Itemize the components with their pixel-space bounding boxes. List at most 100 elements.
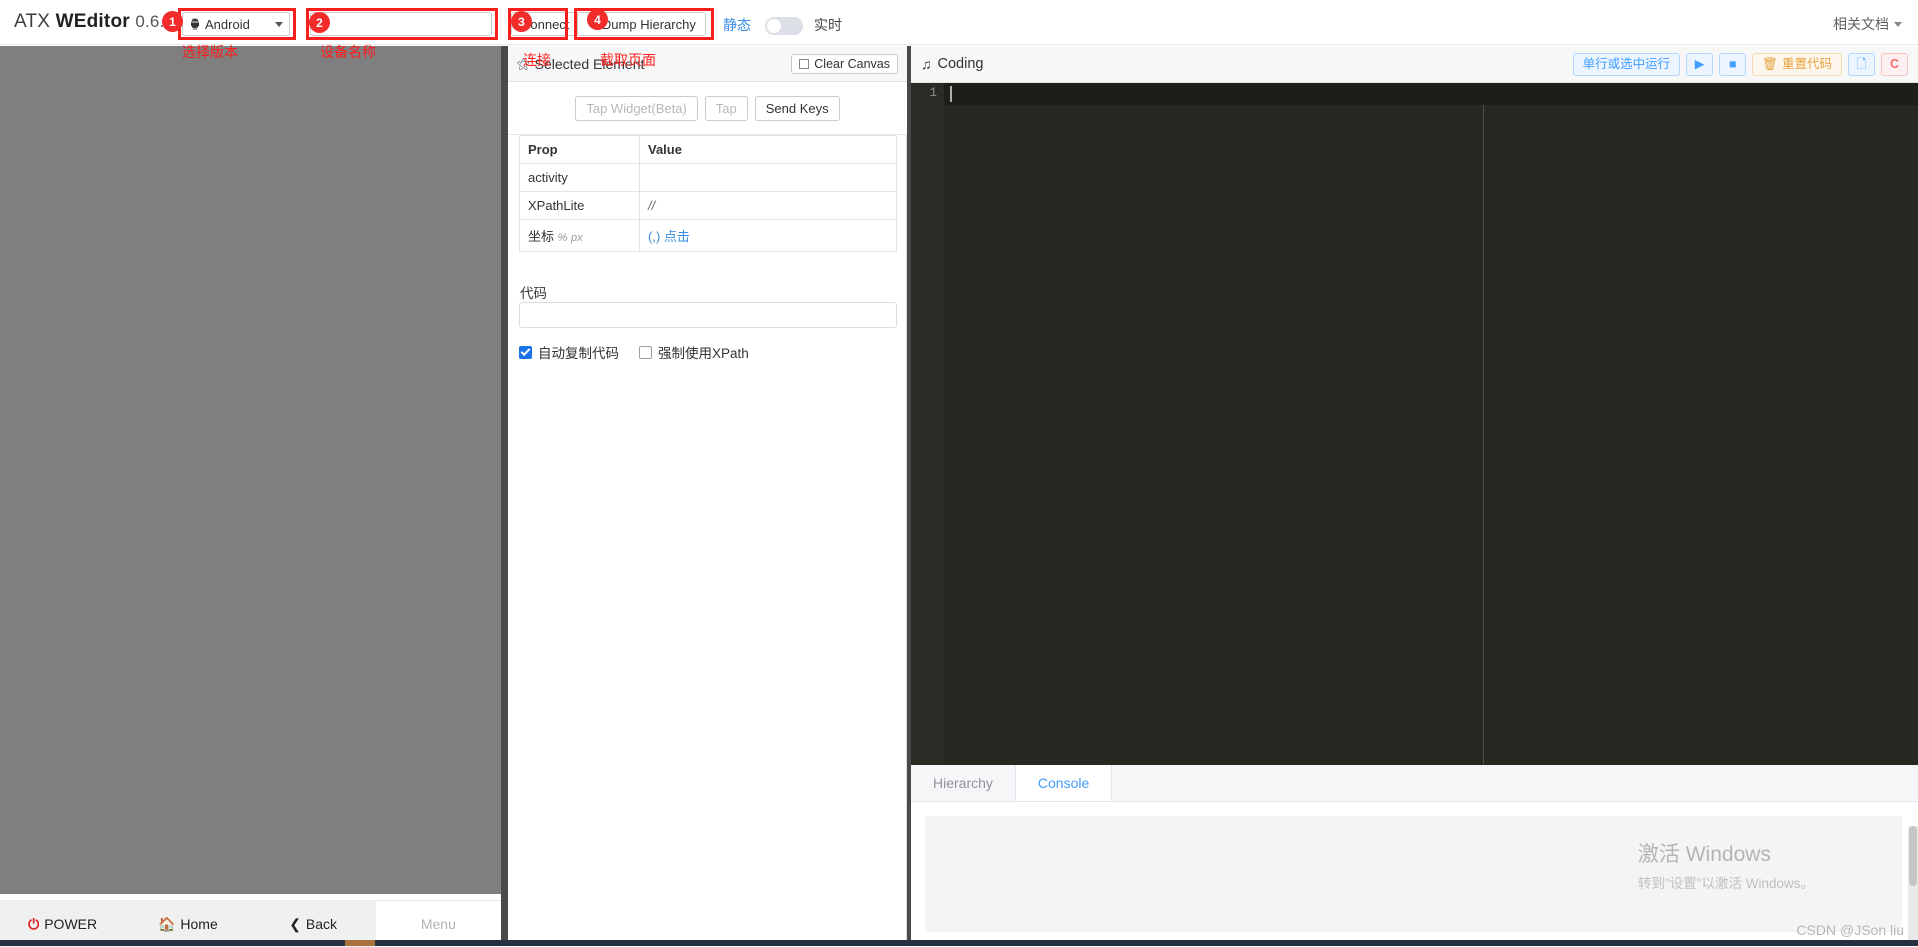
- coords-value: (,): [648, 229, 660, 244]
- reset-code-button[interactable]: 🗑 重置代码: [1752, 53, 1842, 76]
- table-row: XPathLite //: [520, 192, 897, 220]
- device-serial-input[interactable]: [310, 12, 492, 36]
- copy-icon: 🗋: [1856, 58, 1866, 71]
- top-toolbar: ATX WEditor 0.6.4 Android Connect ↻ Dump…: [0, 0, 1918, 45]
- send-keys-button[interactable]: Send Keys: [755, 96, 840, 121]
- dump-hierarchy-label: Dump Hierarchy: [602, 17, 696, 32]
- static-mode-label: 静态: [723, 15, 751, 35]
- music-note-icon: ♫: [921, 56, 932, 72]
- prop-xpathlite-value: //: [640, 192, 897, 220]
- clear-canvas-checkbox[interactable]: [799, 59, 809, 69]
- platform-select[interactable]: Android: [182, 12, 290, 36]
- editor-gutter: 1: [911, 83, 944, 765]
- auto-copy-label: 自动复制代码: [538, 342, 619, 362]
- tab-console[interactable]: Console: [1016, 765, 1112, 801]
- panel-divider-left[interactable]: [501, 46, 508, 946]
- windows-activation-subtitle: 转到"设置"以激活 Windows。: [1638, 872, 1814, 892]
- editor-caret: [950, 86, 952, 102]
- run-button[interactable]: ▶: [1686, 53, 1713, 76]
- tab-hierarchy[interactable]: Hierarchy: [911, 765, 1016, 801]
- force-xpath-label: 强制使用XPath: [658, 342, 749, 362]
- clear-canvas-label: Clear Canvas: [814, 57, 890, 71]
- coords-unit-percent[interactable]: %: [558, 232, 568, 244]
- code-section-label: 代码: [520, 282, 547, 302]
- table-header-row: Prop Value: [520, 136, 897, 164]
- stop-button[interactable]: ■: [1719, 53, 1746, 76]
- home-icon: 🏠: [158, 916, 175, 933]
- column-header-prop: Prop: [520, 136, 640, 164]
- tap-button[interactable]: Tap: [705, 96, 748, 121]
- coords-label: 坐标: [528, 229, 554, 244]
- code-editor[interactable]: 1: [911, 83, 1918, 765]
- inspector-action-bar: Tap Widget(Beta) Tap Send Keys: [508, 82, 907, 135]
- auto-copy-checkbox[interactable]: [519, 346, 532, 359]
- reset-code-label: 重置代码: [1782, 58, 1832, 71]
- editor-print-margin: [1483, 105, 1484, 765]
- console-pane: 激活 Windows 转到"设置"以激活 Windows。: [911, 802, 1918, 946]
- editor-active-line: [911, 83, 1918, 105]
- prop-xpathlite-name: XPathLite: [520, 192, 640, 220]
- app-title-prefix: ATX: [14, 11, 56, 32]
- taskbar-accent-strip: [345, 940, 375, 946]
- inspector-panel: ⚝ Selected Element Clear Canvas Tap Widg…: [508, 46, 907, 946]
- reload-button[interactable]: C: [1881, 53, 1908, 76]
- run-selection-label: 单行或选中运行: [1583, 58, 1671, 71]
- prop-activity-name: activity: [520, 164, 640, 192]
- coords-unit-px[interactable]: px: [571, 232, 583, 244]
- table-row: activity: [520, 164, 897, 192]
- bottom-tab-bar: Hierarchy Console: [911, 765, 1918, 802]
- annotation-badge-3: 3: [512, 12, 531, 31]
- inspector-options-row: 自动复制代码 强制使用XPath: [519, 342, 749, 362]
- csdn-watermark: CSDN @JSon liu: [1796, 922, 1904, 938]
- code-input[interactable]: [519, 302, 897, 328]
- taskbar-strip: [0, 940, 1918, 946]
- coding-actions: 单行或选中运行 ▶ ■ 🗑 重置代码 🗋 C: [1573, 53, 1908, 76]
- live-mode-toggle[interactable]: [765, 17, 803, 35]
- property-table: Prop Value activity XPathLite // 坐标 % px…: [519, 135, 897, 252]
- prop-activity-value: [640, 164, 897, 192]
- column-header-value: Value: [640, 136, 897, 164]
- coding-header: ♫ Coding 单行或选中运行 ▶ ■ 🗑 重置代码 🗋 C: [911, 46, 1918, 83]
- annotation-badge-1: 1: [163, 12, 182, 31]
- chevron-down-icon: [1894, 22, 1902, 27]
- run-selection-button[interactable]: 单行或选中运行: [1573, 53, 1681, 76]
- device-key-back-label: Back: [306, 916, 337, 932]
- related-docs-dropdown[interactable]: 相关文档: [1833, 14, 1902, 34]
- table-row: 坐标 % px (,) 点击: [520, 220, 897, 252]
- coding-panel: ♫ Coding 单行或选中运行 ▶ ■ 🗑 重置代码 🗋 C: [911, 46, 1918, 946]
- scrollbar-thumb[interactable]: [1909, 826, 1917, 886]
- annotation-label-4: 截取页面: [600, 50, 656, 70]
- device-key-home-label: Home: [180, 916, 217, 932]
- device-key-power-label: POWER: [44, 916, 97, 932]
- tap-widget-button[interactable]: Tap Widget(Beta): [575, 96, 697, 121]
- platform-value: Android: [205, 17, 250, 32]
- prop-coords-value: (,) 点击: [640, 220, 897, 252]
- trash-icon: 🗑: [1762, 58, 1778, 71]
- stop-icon: ■: [1729, 58, 1737, 71]
- device-panel: [0, 46, 501, 946]
- play-icon: ▶: [1695, 58, 1705, 71]
- xpathlite-text: //: [648, 198, 655, 213]
- coords-click-link[interactable]: 点击: [664, 229, 690, 244]
- chevron-left-icon: ❮: [289, 916, 301, 933]
- android-icon: [189, 18, 201, 30]
- device-key-menu-label: Menu: [421, 916, 456, 932]
- annotation-label-1: 选择版本: [182, 42, 238, 62]
- toggle-knob: [767, 19, 781, 33]
- refresh-icon: C: [1890, 58, 1899, 71]
- related-docs-label: 相关文档: [1833, 14, 1889, 34]
- copy-code-button[interactable]: 🗋: [1848, 53, 1875, 76]
- annotation-label-3: 连接: [523, 50, 551, 70]
- prop-coords-name: 坐标 % px: [520, 220, 640, 252]
- app-title-strong: WEditor: [56, 11, 130, 32]
- annotation-badge-2: 2: [310, 13, 329, 32]
- device-screen-canvas[interactable]: [0, 46, 501, 894]
- clear-canvas-button[interactable]: Clear Canvas: [791, 54, 898, 74]
- page-scrollbar[interactable]: [1908, 826, 1918, 946]
- annotation-label-2: 设备名称: [320, 42, 376, 62]
- force-xpath-checkbox[interactable]: [639, 346, 652, 359]
- windows-activation-watermark: 激活 Windows 转到"设置"以激活 Windows。: [1638, 838, 1814, 892]
- annotation-badge-4: 4: [588, 10, 607, 29]
- inspector-header: ⚝ Selected Element Clear Canvas: [508, 46, 907, 82]
- live-mode-label: 实时: [814, 15, 842, 35]
